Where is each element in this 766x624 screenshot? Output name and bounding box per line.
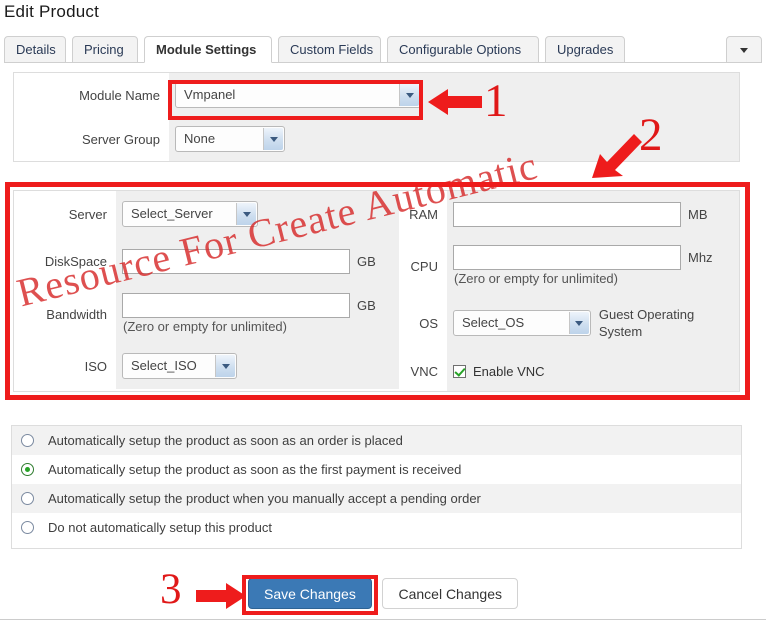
autosetup-option-label: Automatically setup the product when you… [48,491,481,506]
bandwidth-field-cell: GB (Zero or empty for unlimited) [116,285,399,343]
tab-configurable-options[interactable]: Configurable Options [387,36,539,63]
chevron-down-icon[interactable] [399,84,419,106]
resource-panel: Server Select_Server DiskSpace GB Bandwi… [13,190,740,392]
server-group-select[interactable]: None [175,126,285,152]
ram-unit: MB [688,206,708,222]
ram-input[interactable] [453,201,681,227]
page-title: Edit Product [4,2,100,21]
os-select[interactable]: Select_OS [453,310,591,336]
autosetup-option-label: Automatically setup the product as soon … [48,462,462,477]
module-name-row: Module Name Vmpanel [14,73,739,117]
autosetup-option-none[interactable]: Do not automatically setup this product [12,513,741,542]
autosetup-option-on-manual-accept[interactable]: Automatically setup the product when you… [12,484,741,513]
ram-field-cell: MB [447,191,739,237]
autosetup-option-label: Automatically setup the product as soon … [48,433,403,448]
os-row: OS Select_OS Guest Operating System [399,295,739,351]
module-settings-panel: Module Name Vmpanel Server Group None [13,72,740,162]
os-field-cell: Select_OS Guest Operating System [447,295,739,351]
autosetup-panel: Automatically setup the product as soon … [11,425,742,549]
tab-custom-fields[interactable]: Custom Fields [278,36,381,63]
server-group-field-cell: None [169,117,739,161]
ram-label: RAM [399,191,447,237]
tab-strip: Details Pricing Module Settings Custom F… [4,36,762,63]
form-actions: Save Changes Cancel Changes [0,578,766,609]
enable-vnc-checkbox[interactable] [453,364,466,378]
ram-row: RAM MB [399,191,739,237]
server-select[interactable]: Select_Server [122,201,258,227]
diskspace-unit: GB [357,253,376,269]
bottom-divider [0,619,766,620]
chevron-down-icon[interactable] [263,128,283,150]
radio-icon[interactable] [21,521,34,534]
chevron-down-icon[interactable] [568,312,589,334]
cpu-row: CPU Mhz (Zero or empty for unlimited) [399,237,739,295]
server-field-cell: Select_Server [116,191,399,237]
tab-details[interactable]: Details [4,36,66,63]
tab-upgrades[interactable]: Upgrades [545,36,625,63]
enable-vnc-label: Enable VNC [473,363,545,379]
tab-module-settings[interactable]: Module Settings [144,36,272,63]
bandwidth-input[interactable] [122,293,350,318]
module-name-value: Vmpanel [184,87,236,102]
module-name-select[interactable]: Vmpanel [175,82,421,108]
bandwidth-unit: GB [357,298,376,313]
server-label: Server [14,191,116,237]
iso-label: ISO [14,343,116,389]
vnc-label: VNC [399,351,447,391]
module-name-label: Module Name [14,73,169,117]
tab-overflow-button[interactable] [726,36,762,63]
cpu-unit: Mhz [688,250,713,265]
bandwidth-row: Bandwidth GB (Zero or empty for unlimite… [14,285,399,343]
cpu-field-cell: Mhz (Zero or empty for unlimited) [447,237,739,295]
cpu-hint: (Zero or empty for unlimited) [454,271,618,286]
cpu-input[interactable] [453,245,681,270]
autosetup-option-on-order[interactable]: Automatically setup the product as soon … [12,426,741,455]
diskspace-label: DiskSpace [14,237,116,285]
resource-right-column: RAM MB CPU Mhz (Zero or empty for unlimi… [399,191,739,391]
vnc-field-cell: Enable VNC [447,351,739,391]
cancel-changes-button[interactable]: Cancel Changes [382,578,518,609]
server-group-row: Server Group None [14,117,739,161]
cpu-label: CPU [399,237,447,295]
chevron-down-icon [740,47,748,53]
vnc-row: VNC Enable VNC [399,351,739,391]
enable-vnc-checkbox-row[interactable]: Enable VNC [453,364,545,379]
bandwidth-label: Bandwidth [14,285,116,343]
bandwidth-hint: (Zero or empty for unlimited) [123,319,287,334]
chevron-down-icon[interactable] [215,355,235,377]
tab-pricing[interactable]: Pricing [72,36,138,63]
radio-icon[interactable] [21,434,34,447]
autosetup-option-on-first-payment[interactable]: Automatically setup the product as soon … [12,455,741,484]
resource-left-column: Server Select_Server DiskSpace GB Bandwi… [14,191,399,391]
os-label: OS [399,295,447,351]
server-row: Server Select_Server [14,191,399,237]
iso-row: ISO Select_ISO [14,343,399,389]
chevron-down-icon[interactable] [236,203,256,225]
diskspace-row: DiskSpace GB [14,237,399,285]
module-name-field-cell: Vmpanel [169,73,739,117]
iso-field-cell: Select_ISO [116,343,399,389]
diskspace-input[interactable] [122,248,350,274]
server-group-label: Server Group [14,117,169,161]
autosetup-option-label: Do not automatically setup this product [48,520,273,535]
radio-selected-icon[interactable] [21,463,34,476]
save-changes-button[interactable]: Save Changes [248,578,372,609]
os-note: Guest Operating System [598,307,695,339]
diskspace-field-cell: GB [116,237,399,285]
iso-select[interactable]: Select_ISO [122,353,237,379]
radio-icon[interactable] [21,492,34,505]
